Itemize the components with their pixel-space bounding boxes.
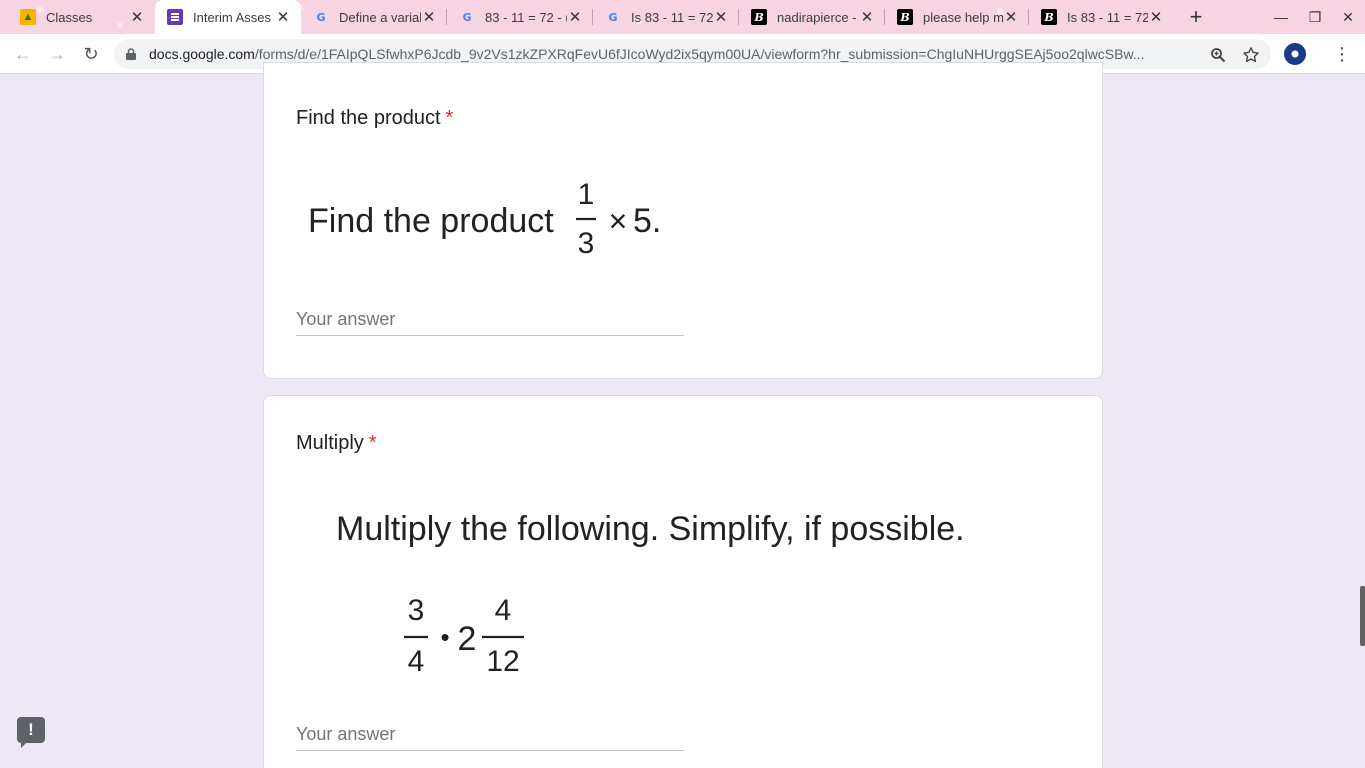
tab-is-83-brainly[interactable]: B Is 83 - 11 = 72 ✕ xyxy=(1029,0,1174,34)
tab-strip: ▲ Classes ✕ Interim Asses ✕ G Define a v… xyxy=(0,0,1365,34)
tab-classes[interactable]: ▲ Classes ✕ xyxy=(8,0,155,34)
google-icon: G xyxy=(462,10,472,24)
lock-icon[interactable] xyxy=(126,48,136,60)
tab-title: Is 83 - 11 = 72 xyxy=(631,9,713,25)
tab-interim-assessment[interactable]: Interim Asses ✕ xyxy=(155,0,301,34)
browser-menu-button[interactable]: ⋮ xyxy=(1330,42,1354,66)
tab-title: please help m xyxy=(923,9,1003,25)
star-icon[interactable] xyxy=(1240,44,1262,66)
maximize-button[interactable]: ❐ xyxy=(1300,6,1330,28)
tab-please-help[interactable]: B please help m ✕ xyxy=(885,0,1029,34)
tab-define-variable[interactable]: G Define a varial ✕ xyxy=(301,0,447,34)
answer-placeholder: Your answer xyxy=(296,724,396,744)
required-asterisk: * xyxy=(368,432,377,454)
scrollbar-thumb[interactable] xyxy=(1360,586,1365,646)
mixed-whole: 2 xyxy=(458,620,477,658)
question-card-multiply: Multiply * Multiply the following. Simpli… xyxy=(263,395,1103,768)
reload-button[interactable]: ↻ xyxy=(79,42,103,66)
fraction-numerator: 1 xyxy=(578,178,595,211)
google-icon: G xyxy=(316,10,326,24)
close-icon[interactable]: ✕ xyxy=(129,9,145,26)
image-heading-text: Multiply the following. Simplify, if pos… xyxy=(336,510,965,548)
profile-avatar[interactable] xyxy=(1284,43,1306,65)
brainly-icon: B xyxy=(897,9,913,25)
url-path: /forms/d/e/1FAIpQLSfwhxP6Jcdb_9v2Vs1zkZP… xyxy=(254,46,1145,62)
image-prefix-text: Find the product xyxy=(308,202,554,240)
close-icon[interactable]: ✕ xyxy=(713,9,729,26)
forms-icon xyxy=(167,9,183,25)
minimize-button[interactable]: — xyxy=(1266,6,1296,28)
google-icon: G xyxy=(608,10,618,24)
close-icon[interactable]: ✕ xyxy=(1003,9,1019,26)
feedback-button[interactable]: ! xyxy=(17,717,45,748)
question-image: Find the product 1 3 × 5. xyxy=(308,178,661,259)
tab-title: 83 - 11 = 72 - ( xyxy=(485,9,567,25)
tab-title: Classes xyxy=(46,9,93,25)
required-asterisk: * xyxy=(445,107,454,129)
dot-operator: • xyxy=(440,622,449,652)
close-icon[interactable]: ✕ xyxy=(1148,9,1164,26)
fraction1-numerator: 3 xyxy=(408,594,425,627)
forward-button[interactable]: → xyxy=(45,42,69,66)
tab-83-minus-11[interactable]: G 83 - 11 = 72 - ( ✕ xyxy=(447,0,593,34)
brainly-icon: B xyxy=(751,9,767,25)
tab-title: nadirapierce - xyxy=(777,9,857,25)
new-tab-button[interactable]: + xyxy=(1183,4,1209,29)
question-title-text: Find the product xyxy=(296,107,441,129)
url-domain: docs.google.com xyxy=(149,46,255,62)
classroom-icon: ▲ xyxy=(20,9,36,25)
question-image: Multiply the following. Simplify, if pos… xyxy=(336,510,965,678)
image-factor-text: 5. xyxy=(633,202,661,240)
question-title: Find the product * xyxy=(296,107,453,130)
question-card-find-product: Find the product * Find the product 1 3 ×… xyxy=(263,62,1103,379)
zoom-icon[interactable] xyxy=(1207,44,1229,66)
fraction-denominator: 3 xyxy=(578,227,595,259)
back-button[interactable]: ← xyxy=(11,42,35,66)
window-close-button[interactable]: ✕ xyxy=(1333,6,1363,28)
fraction1-denominator: 4 xyxy=(408,645,425,678)
close-icon[interactable]: ✕ xyxy=(859,9,875,26)
question-title-text: Multiply xyxy=(296,432,364,454)
times-operator: × xyxy=(609,203,628,239)
close-icon[interactable]: ✕ xyxy=(275,9,291,26)
fraction2-denominator: 12 xyxy=(486,645,519,678)
fraction2-numerator: 4 xyxy=(495,594,512,627)
tab-nadirapierce[interactable]: B nadirapierce - ✕ xyxy=(739,0,885,34)
tab-title: Interim Asses xyxy=(193,9,272,25)
tab-title: Define a varial xyxy=(339,9,421,25)
url-text[interactable]: docs.google.com/forms/d/e/1FAIpQLSfwhxP6… xyxy=(149,46,1199,62)
tab-is-83-minus-11[interactable]: G Is 83 - 11 = 72 ✕ xyxy=(593,0,739,34)
close-icon[interactable]: ✕ xyxy=(421,9,437,26)
answer-input[interactable]: Your answer xyxy=(296,717,684,751)
answer-input[interactable]: Your answer xyxy=(296,302,684,336)
tab-title: Is 83 - 11 = 72 xyxy=(1067,9,1148,25)
answer-placeholder: Your answer xyxy=(296,309,396,329)
close-icon[interactable]: ✕ xyxy=(567,9,583,26)
brainly-icon: B xyxy=(1041,9,1057,25)
question-title: Multiply * xyxy=(296,432,377,455)
